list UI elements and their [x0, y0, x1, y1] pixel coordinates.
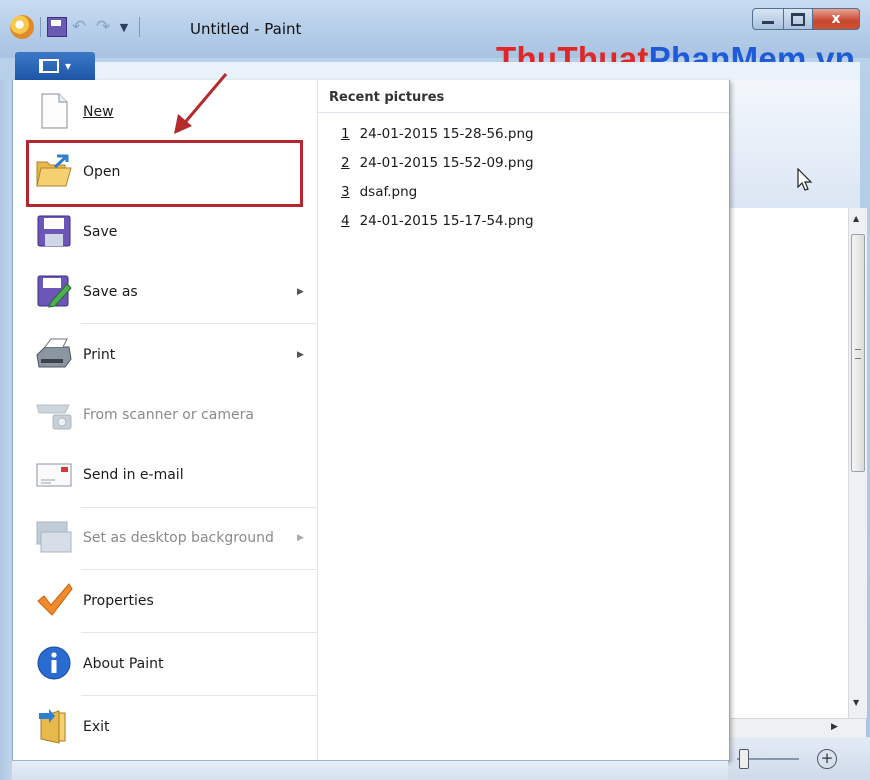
zoom-in-button[interactable]: +: [817, 749, 837, 769]
undo-icon[interactable]: ↶: [67, 17, 91, 37]
menu-item-label: Print: [83, 347, 116, 363]
scanner-camera-icon: [36, 404, 72, 430]
menu-icon: [38, 59, 59, 73]
zoom-slider-thumb[interactable]: [739, 749, 749, 769]
recent-item-number: 1: [341, 126, 350, 142]
menu-item-label: Save: [83, 224, 118, 240]
scroll-right-icon[interactable]: ▶: [831, 722, 838, 732]
horizontal-scrollbar[interactable]: ▶: [727, 718, 866, 737]
chevron-down-icon: ▾: [64, 59, 72, 73]
menu-item-save[interactable]: Save: [13, 202, 317, 262]
scroll-up-icon[interactable]: ▲: [853, 214, 859, 223]
mouse-cursor-icon: [797, 168, 813, 191]
recent-item-name: 24-01-2015 15-17-54.png: [359, 213, 534, 229]
recent-item[interactable]: 3 dsaf.png: [341, 184, 417, 200]
maximize-icon: [791, 12, 805, 26]
recent-item[interactable]: 2 24-01-2015 15-52-09.png: [341, 155, 534, 171]
menu-bottom-strip: [12, 760, 728, 780]
printer-icon: [36, 338, 72, 368]
menu-item-label: Exit: [83, 719, 110, 735]
menu-item-label: From scanner or camera: [83, 407, 254, 423]
open-highlight-box: [26, 140, 303, 207]
recent-divider: [317, 112, 729, 113]
ribbon-panel: [727, 80, 860, 209]
grip-icon: [855, 349, 861, 359]
scroll-down-icon[interactable]: ▼: [853, 698, 859, 707]
paint-window: ↶ ↷ ▼ Untitled - Paint x ThuThuatPhanMem…: [0, 0, 870, 780]
minimize-button[interactable]: [752, 8, 784, 30]
menu-divider: [81, 569, 317, 570]
status-bar: +: [727, 737, 870, 780]
caption-buttons: x: [752, 8, 860, 30]
save-disk-icon: [37, 215, 71, 247]
menu-item-send-email[interactable]: Send in e-mail: [13, 445, 317, 505]
menu-item-save-as[interactable]: Save as ▶: [13, 262, 317, 322]
vertical-scrollbar[interactable]: ▲ ▼: [848, 208, 867, 718]
submenu-arrow-icon: ▶: [297, 350, 304, 360]
submenu-arrow-icon: ▶: [297, 287, 304, 297]
checkmark-icon: [37, 583, 73, 616]
window-frame-left: [0, 80, 12, 780]
recent-item-name: 24-01-2015 15-28-56.png: [359, 126, 534, 142]
desktop-icon: [36, 521, 72, 553]
menu-item-properties[interactable]: Properties: [13, 571, 317, 631]
close-button[interactable]: x: [813, 8, 860, 30]
email-icon: [36, 463, 72, 487]
save-as-icon: [37, 275, 72, 308]
menu-item-desktop-background: Set as desktop background ▶: [13, 508, 317, 568]
quick-access-toolbar: ↶ ↷ ▼: [10, 12, 146, 42]
recent-item-number: 3: [341, 184, 350, 200]
menu-item-print[interactable]: Print ▶: [13, 325, 317, 385]
recent-item[interactable]: 1 24-01-2015 15-28-56.png: [341, 126, 534, 142]
maximize-button[interactable]: [784, 8, 813, 30]
submenu-arrow-icon: ▶: [297, 533, 304, 543]
paint-file-menu-button[interactable]: ▾: [15, 52, 95, 80]
recent-item[interactable]: 4 24-01-2015 15-17-54.png: [341, 213, 534, 229]
redo-icon[interactable]: ↷: [91, 17, 115, 37]
menu-divider: [81, 632, 317, 633]
menu-item-label: About Paint: [83, 656, 164, 672]
menu-item-label: New: [83, 104, 114, 120]
recent-item-number: 2: [341, 155, 350, 171]
annotation-arrow-icon: [174, 73, 228, 134]
recent-item-name: 24-01-2015 15-52-09.png: [359, 155, 534, 171]
paint-app-icon[interactable]: [10, 15, 34, 39]
scrollbar-thumb[interactable]: [851, 234, 865, 472]
menu-item-label: Send in e-mail: [83, 467, 184, 483]
toolbar-divider: [139, 17, 140, 37]
recent-pictures-heading: Recent pictures: [329, 90, 445, 105]
recent-item-name: dsaf.png: [359, 184, 418, 200]
menu-item-label: Set as desktop background: [83, 530, 274, 546]
menu-item-scanner: From scanner or camera: [13, 385, 317, 445]
close-icon: x: [831, 11, 841, 27]
drawing-canvas[interactable]: [727, 208, 848, 718]
menu-item-about[interactable]: About Paint: [13, 634, 317, 694]
title-bar: ↶ ↷ ▼ Untitled - Paint x ThuThuatPhanMem…: [0, 0, 870, 77]
menu-item-new[interactable]: New: [13, 82, 317, 142]
window-title: Untitled - Paint: [190, 20, 302, 38]
customize-toolbar-dropdown-icon[interactable]: ▼: [115, 21, 133, 34]
exit-icon: [39, 709, 66, 744]
quick-save-icon[interactable]: [47, 17, 67, 37]
menu-item-label: Save as: [83, 284, 138, 300]
menu-item-exit[interactable]: Exit: [13, 697, 317, 757]
new-file-icon: [41, 93, 68, 129]
minimize-icon: [762, 20, 774, 24]
menu-item-label: Properties: [83, 593, 154, 609]
toolbar-divider: [40, 17, 41, 37]
menu-divider: [81, 695, 317, 696]
menu-divider: [81, 323, 317, 324]
info-icon: [37, 646, 71, 680]
recent-item-number: 4: [341, 213, 350, 229]
